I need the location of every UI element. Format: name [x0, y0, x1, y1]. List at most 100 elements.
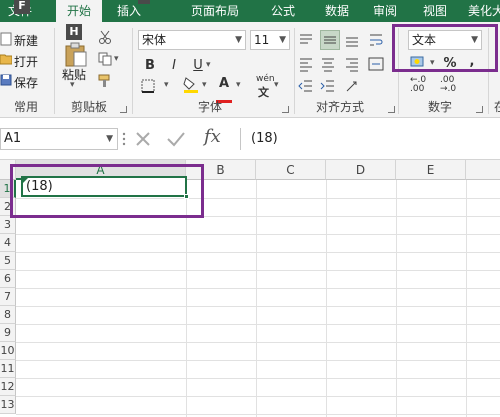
align-top-icon[interactable]: [298, 32, 314, 51]
underline-button[interactable]: U: [188, 56, 208, 76]
save-button[interactable]: 保存: [14, 74, 38, 91]
font-name-value: 宋体: [142, 33, 167, 47]
grid-line: [16, 360, 500, 361]
formula-input[interactable]: (18): [240, 128, 500, 150]
copy-icon[interactable]: [98, 52, 112, 69]
row-header[interactable]: 12: [0, 378, 16, 396]
grid-line: [256, 180, 257, 417]
grid-line: [16, 288, 500, 289]
keytip-home: H: [66, 24, 82, 40]
row-header[interactable]: 11: [0, 360, 16, 378]
paste-dropdown-arrow-icon[interactable]: ▾: [70, 80, 75, 90]
cancel-icon[interactable]: [134, 130, 152, 151]
row-header[interactable]: 7: [0, 288, 16, 306]
increase-indent-icon[interactable]: [320, 78, 336, 97]
group-label-font: 字体: [197, 100, 222, 114]
wrap-text-icon[interactable]: [368, 32, 384, 51]
enter-checkmark-icon[interactable]: [166, 130, 186, 151]
align-center-icon[interactable]: [320, 56, 336, 75]
copy-dropdown-arrow-icon[interactable]: ▾: [114, 54, 119, 64]
format-painter-icon[interactable]: [98, 74, 112, 91]
tab-beautify-master[interactable]: 美化大师: [462, 0, 500, 22]
highlight-cell-a1: [10, 164, 204, 218]
row-header[interactable]: 9: [0, 324, 16, 342]
increase-decimal-icon[interactable]: ←.0.00: [410, 76, 426, 94]
phonetic-icon: 文: [258, 86, 269, 99]
font-name-combo[interactable]: 宋体 ▼: [138, 30, 246, 50]
clipboard-launcher-icon[interactable]: [120, 106, 127, 113]
name-box[interactable]: A1 ▼: [0, 128, 118, 150]
font-color-button[interactable]: A: [214, 74, 234, 94]
align-bottom-icon[interactable]: [344, 32, 360, 51]
number-launcher-icon[interactable]: [476, 106, 483, 113]
fill-color-icon[interactable]: [182, 76, 200, 97]
grid-line: [16, 378, 500, 379]
bold-button[interactable]: B: [140, 56, 160, 76]
align-middle-icon[interactable]: [320, 30, 340, 50]
font-size-combo[interactable]: 11 ▼: [250, 30, 290, 50]
phonetic-button[interactable]: wén: [256, 74, 275, 84]
ribbon-tab-bar: 文件 开始 插入 页面布局 公式 数据 审阅 视图 美化大师 F: [0, 0, 500, 22]
grid-line: [16, 396, 500, 397]
grid-line: [16, 342, 500, 343]
align-left-icon[interactable]: [298, 56, 314, 75]
row-header[interactable]: 6: [0, 270, 16, 288]
borders-dropdown-arrow-icon[interactable]: ▾: [164, 80, 169, 90]
grid-line: [16, 306, 500, 307]
column-header-f[interactable]: [466, 160, 500, 180]
grid-line: [396, 180, 397, 417]
name-box-value: A1: [4, 131, 22, 146]
row-header[interactable]: 4: [0, 234, 16, 252]
formula-bar: A1 ▼ fx (18): [0, 118, 500, 160]
grid-line: [16, 324, 500, 325]
open-folder-icon: [0, 53, 13, 68]
group-separator: [54, 28, 55, 114]
grid-line: [16, 414, 500, 415]
decrease-decimal-icon[interactable]: .00 →.0: [440, 76, 456, 94]
row-header[interactable]: 13: [0, 396, 16, 414]
borders-icon[interactable]: [140, 78, 156, 97]
insert-function-button[interactable]: fx: [204, 126, 221, 147]
new-icon: [0, 32, 12, 49]
group-label-clipboard: 剪贴板: [70, 100, 107, 114]
grid-line: [326, 180, 327, 417]
font-size-value: 11: [254, 33, 270, 47]
grid-line: [466, 180, 467, 417]
tab-review[interactable]: 审阅: [364, 0, 406, 22]
merge-center-icon[interactable]: [368, 56, 384, 75]
tab-home[interactable]: 开始: [56, 0, 102, 22]
row-header[interactable]: 8: [0, 306, 16, 324]
group-label-number: 数字: [427, 100, 452, 114]
tab-data[interactable]: 数据: [316, 0, 358, 22]
font-launcher-icon[interactable]: [282, 106, 289, 113]
grid-line: [16, 234, 500, 235]
column-header-d[interactable]: D: [326, 160, 396, 180]
underline-dropdown-arrow-icon[interactable]: ▾: [206, 60, 211, 70]
tab-view[interactable]: 视图: [414, 0, 456, 22]
tab-formulas[interactable]: 公式: [262, 0, 304, 22]
open-button[interactable]: 打开: [14, 53, 38, 70]
fill-color-dropdown-arrow-icon[interactable]: ▾: [202, 80, 207, 90]
row-header[interactable]: 5: [0, 252, 16, 270]
highlight-number-format: [392, 24, 498, 72]
orientation-icon[interactable]: [344, 78, 360, 97]
phonetic-dropdown-arrow-icon[interactable]: ▾: [274, 80, 279, 90]
tab-page-layout[interactable]: 页面布局: [180, 0, 250, 22]
alignment-launcher-icon[interactable]: [388, 106, 395, 113]
group-label-alignment: 对齐方式: [315, 100, 364, 114]
italic-button[interactable]: I: [164, 56, 184, 76]
group-separator: [132, 28, 133, 114]
row-header[interactable]: 10: [0, 342, 16, 360]
new-button[interactable]: 新建: [14, 32, 38, 49]
column-header-c[interactable]: C: [256, 160, 326, 180]
group-separator: [294, 28, 295, 114]
column-header-e[interactable]: E: [396, 160, 466, 180]
font-color-dropdown-arrow-icon[interactable]: ▾: [236, 80, 241, 90]
grid-line: [16, 270, 500, 271]
cut-icon[interactable]: [98, 30, 112, 47]
align-right-icon[interactable]: [344, 56, 360, 75]
row-header[interactable]: 3: [0, 216, 16, 234]
more-dots-icon: [122, 132, 126, 149]
chevron-down-icon: ▼: [235, 35, 242, 45]
decrease-indent-icon[interactable]: [298, 78, 314, 97]
